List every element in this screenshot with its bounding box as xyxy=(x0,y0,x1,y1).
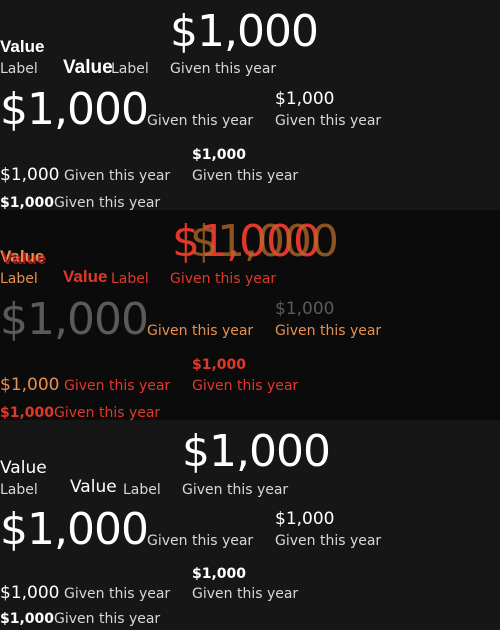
stat-value-huge: $1,000 xyxy=(0,504,149,555)
stat-given-label: Given this year xyxy=(192,168,299,184)
stat-examples-section-1: Value Label Value Label $1,000 Given thi… xyxy=(0,0,500,210)
stat-given-label: Given this year xyxy=(182,482,289,498)
stat-value-medium: $1,000 xyxy=(0,165,60,185)
stat-value-word-inline: Value xyxy=(70,477,117,497)
stat-given-label: Given this year xyxy=(275,113,382,129)
stat-label-word-inline: Label xyxy=(123,482,161,498)
stat-value-word: Value xyxy=(0,458,47,478)
stat-examples-section-overlay: Value Value Label Value Label $1,000 $1,… xyxy=(0,210,500,420)
stat-given-label: Given this year xyxy=(192,586,299,602)
stat-value-xs: $1,000 xyxy=(0,195,55,210)
stat-value-medium: $1,000 xyxy=(0,583,60,603)
stat-given-label: Given this year xyxy=(147,113,254,129)
stat-value-small: $1,000 xyxy=(192,357,247,373)
stat-given-label: Given this year xyxy=(64,378,171,394)
stat-label-word-inline: Label xyxy=(111,61,149,77)
stat-value-word-shadow: Value xyxy=(2,249,47,268)
stat-given-label: Given this year xyxy=(192,378,299,394)
stat-given-label: Given this year xyxy=(54,405,161,420)
stat-given-label: Given this year xyxy=(147,533,254,549)
stat-value-xs: $1,000 xyxy=(0,405,55,420)
stat-given-label: Given this year xyxy=(275,533,382,549)
stat-value-word-inline: Value xyxy=(63,57,113,78)
stat-value-huge: $1,000 xyxy=(0,84,149,135)
stat-given-label: Given this year xyxy=(275,323,382,339)
stat-value-medium: $1,000 xyxy=(0,375,60,395)
stat-value-medium: $1,000 xyxy=(275,299,335,319)
stat-given-label: Given this year xyxy=(54,611,161,627)
stat-given-label: Given this year xyxy=(64,168,171,184)
stat-value-small: $1,000 xyxy=(192,566,247,582)
stat-label-word: Label xyxy=(0,482,38,498)
stat-value-huge: $1,000 xyxy=(182,426,331,477)
stat-given-label: Given this year xyxy=(64,586,171,602)
stat-given-label: Given this year xyxy=(147,323,254,339)
stat-value-huge: $1,000 xyxy=(0,294,149,345)
stat-value-medium: $1,000 xyxy=(275,89,335,109)
stat-label-word: Label xyxy=(0,271,38,287)
stat-label-word: Label xyxy=(0,61,38,77)
stat-value-word-inline: Value xyxy=(63,267,108,286)
stat-value-medium: $1,000 xyxy=(275,509,335,529)
stat-value-word: Value xyxy=(0,37,45,56)
stat-given-label: Given this year xyxy=(170,61,277,77)
stat-value-xs: $1,000 xyxy=(0,611,55,627)
stat-given-label: Given this year xyxy=(54,195,161,210)
stat-value-huge: $1,000 xyxy=(170,6,319,57)
stat-value-small: $1,000 xyxy=(192,147,247,163)
stat-given-label: Given this year xyxy=(170,271,277,287)
stat-examples-section-3: Value Label Value Label $1,000 Given thi… xyxy=(0,420,500,630)
stat-label-word-inline: Label xyxy=(111,271,149,287)
stat-value-huge-shadow: $1,000 xyxy=(190,216,339,267)
